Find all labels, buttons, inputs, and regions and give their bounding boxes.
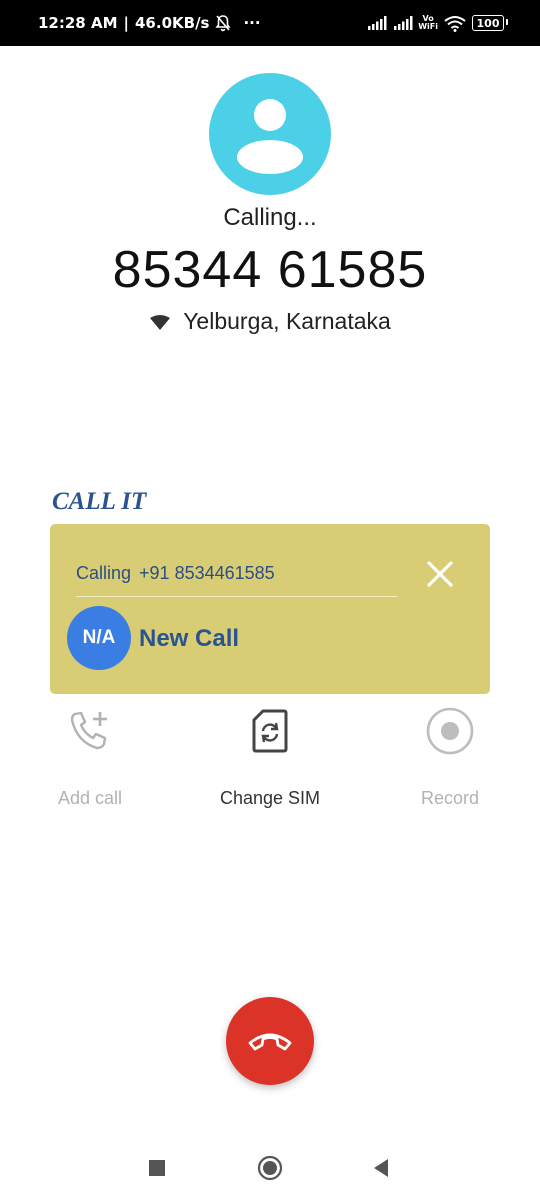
callit-brand: CALL IT bbox=[52, 488, 147, 515]
back-icon[interactable] bbox=[366, 1153, 396, 1183]
status-time: 12:28 AM bbox=[38, 14, 118, 32]
add-call-label: Add call bbox=[57, 788, 123, 808]
recents-icon[interactable] bbox=[142, 1153, 172, 1183]
end-call-button[interactable] bbox=[226, 997, 314, 1085]
new-call-title: New Call bbox=[139, 625, 240, 652]
battery-icon: 100 bbox=[472, 15, 508, 31]
close-icon[interactable] bbox=[424, 558, 456, 590]
location-text: Yelburga, Karnataka bbox=[183, 308, 391, 334]
change-sim-button[interactable]: Change SIM bbox=[180, 704, 360, 809]
status-bar: 12:28 AM | 46.0KB/s ··· Vo WiFi 100 bbox=[0, 0, 540, 46]
record-button[interactable]: Record bbox=[360, 704, 540, 809]
person-icon bbox=[237, 99, 303, 174]
contact-avatar bbox=[209, 73, 331, 195]
status-more: ··· bbox=[243, 14, 261, 32]
navigation-bar bbox=[0, 1140, 540, 1194]
calling-number: +91 8534461585 bbox=[139, 563, 275, 583]
caller-location: Yelburga, Karnataka bbox=[0, 308, 540, 335]
status-network-speed: 46.0KB/s bbox=[135, 14, 210, 32]
add-call-icon bbox=[0, 704, 180, 758]
phone-number: 85344 61585 bbox=[112, 241, 428, 299]
volte-bottom: WiFi bbox=[418, 22, 438, 31]
hang-up-icon bbox=[248, 1033, 292, 1051]
sim-swap-icon bbox=[180, 704, 360, 758]
call-status: Calling... bbox=[223, 204, 317, 231]
record-icon bbox=[360, 704, 540, 758]
calling-line: Calling +91 8534461585 bbox=[76, 563, 275, 584]
signal-wedge-icon bbox=[150, 314, 171, 330]
calling-label: Calling bbox=[76, 563, 132, 583]
record-label: Record bbox=[420, 788, 480, 808]
add-call-button[interactable]: Add call bbox=[0, 704, 180, 809]
home-icon[interactable] bbox=[255, 1153, 285, 1183]
volte-wifi-icon: Vo WiFi bbox=[418, 15, 438, 31]
na-badge: N/A bbox=[67, 606, 131, 670]
card-divider bbox=[76, 596, 398, 597]
signal-icon bbox=[368, 16, 388, 30]
signal-icon bbox=[394, 16, 414, 30]
change-sim-label: Change SIM bbox=[219, 788, 321, 808]
silent-bell-icon bbox=[215, 14, 232, 32]
wifi-icon bbox=[444, 15, 466, 32]
status-separator: | bbox=[123, 14, 129, 32]
callit-card[interactable]: Calling +91 8534461585 N/A New Call bbox=[50, 524, 490, 694]
